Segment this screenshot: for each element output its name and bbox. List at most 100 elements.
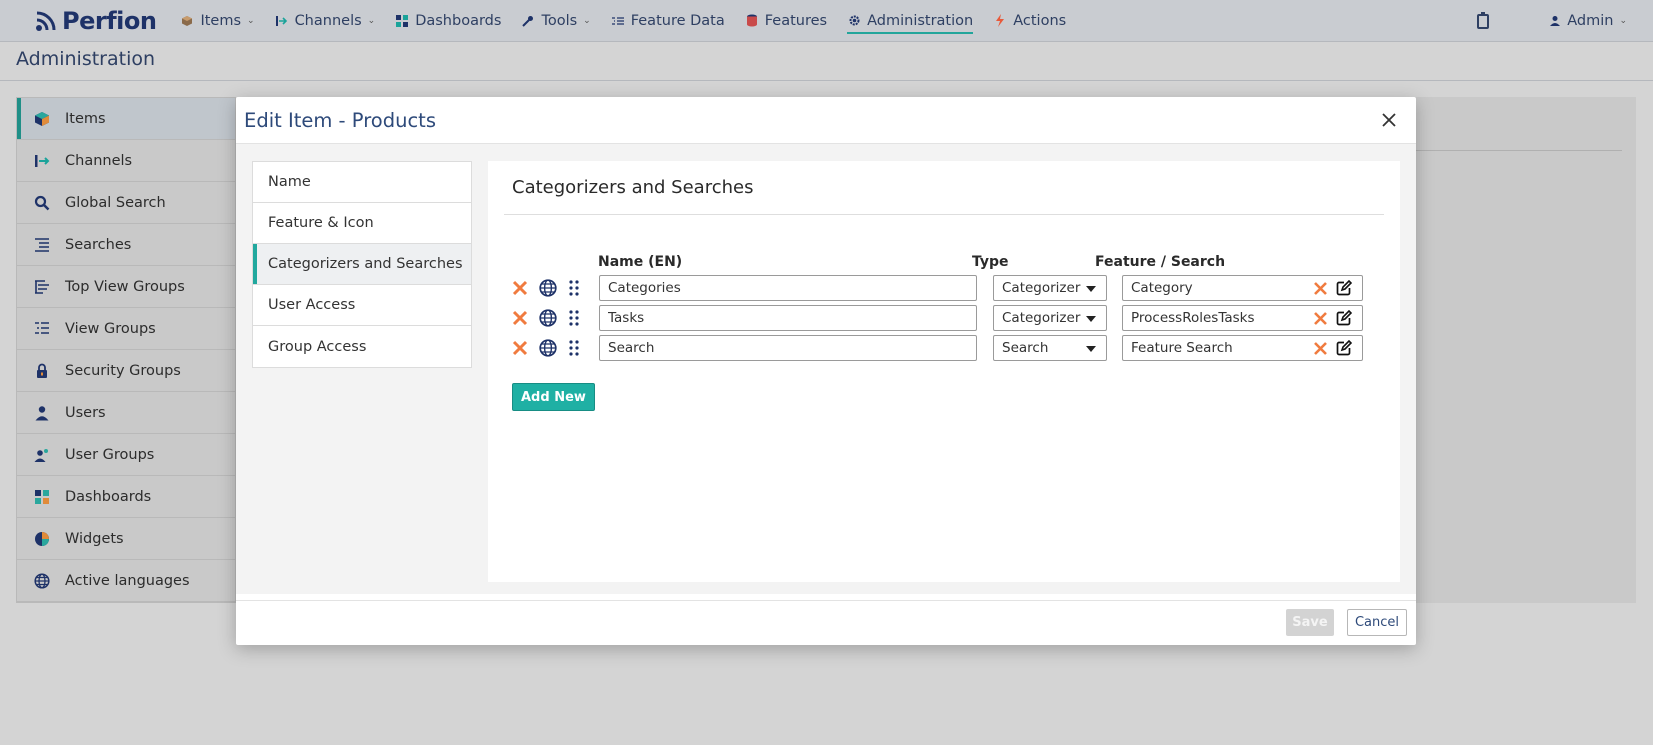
search-list-icon <box>33 236 51 254</box>
nav-features[interactable]: Features <box>745 0 827 42</box>
type-select[interactable]: Search <box>993 335 1107 361</box>
nav-items[interactable]: Items ⌄ <box>180 0 255 42</box>
chevron-down-icon: ⌄ <box>1619 16 1627 26</box>
user-group-icon <box>33 446 51 464</box>
sidebar-item-label: Searches <box>65 236 132 253</box>
panel-divider <box>1400 150 1622 151</box>
admin-sidebar: Items Channels Global Search Searches To… <box>16 97 236 603</box>
save-button[interactable]: Save <box>1286 609 1334 636</box>
translate-globe-icon[interactable] <box>539 279 557 297</box>
user-icon <box>33 404 51 422</box>
nav-dashboards[interactable]: Dashboards <box>395 0 501 42</box>
table-row: Categorizer Category <box>483 274 1395 302</box>
sidebar-item-channels[interactable]: Channels <box>17 140 235 182</box>
chevron-down-icon: ⌄ <box>367 15 376 26</box>
name-input[interactable] <box>599 335 977 361</box>
add-new-button[interactable]: Add New <box>512 383 595 411</box>
nav-administration[interactable]: Administration <box>847 0 974 42</box>
cancel-button[interactable]: Cancel <box>1347 609 1407 636</box>
sidebar-item-searches[interactable]: Searches <box>17 224 235 266</box>
globe-icon <box>33 572 51 590</box>
modal-title: Edit Item - Products <box>244 109 436 132</box>
sidebar-item-user-groups[interactable]: User Groups <box>17 434 235 476</box>
drag-handle-icon[interactable] <box>568 309 580 327</box>
translate-globe-icon[interactable] <box>539 309 557 327</box>
edit-icon[interactable] <box>1336 340 1352 356</box>
sidebar-item-top-view-groups[interactable]: Top View Groups <box>17 266 235 308</box>
tab-name[interactable]: Name <box>253 162 471 203</box>
nav-right: Admin ⌄ <box>1477 0 1653 42</box>
tab-categorizers-searches[interactable]: Categorizers and Searches <box>253 244 471 285</box>
close-button[interactable] <box>1378 109 1400 131</box>
feature-search-value: Category <box>1131 280 1193 296</box>
column-header-name: Name (EN) <box>598 254 683 270</box>
clipboard-icon[interactable] <box>1477 11 1490 29</box>
page-title: Administration <box>16 48 156 70</box>
modal-footer-divider <box>236 600 1416 601</box>
sidebar-item-label: Global Search <box>65 194 166 211</box>
translate-globe-icon[interactable] <box>539 339 557 357</box>
nav-actions[interactable]: Actions <box>993 0 1066 42</box>
sidebar-item-items[interactable]: Items <box>17 98 235 140</box>
name-input[interactable] <box>599 275 977 301</box>
clear-icon[interactable] <box>1313 311 1328 326</box>
nav-actions-label: Actions <box>1013 12 1067 29</box>
section-divider <box>504 214 1384 215</box>
user-menu[interactable]: Admin ⌄ <box>1549 13 1627 29</box>
delete-icon[interactable] <box>511 279 529 297</box>
chevron-down-icon: ⌄ <box>247 15 255 26</box>
nav-tools[interactable]: Tools ⌄ <box>521 0 591 42</box>
feature-search-field[interactable]: Category <box>1122 275 1363 301</box>
perfion-logo[interactable]: Perfion <box>34 7 157 35</box>
nav-tools-label: Tools <box>541 12 578 29</box>
lock-icon <box>33 362 51 380</box>
clear-icon[interactable] <box>1313 341 1328 356</box>
sidebar-item-label: Widgets <box>65 530 124 547</box>
cube-icon <box>180 14 194 28</box>
sidebar-item-widgets[interactable]: Widgets <box>17 518 235 560</box>
nav-channels[interactable]: Channels ⌄ <box>275 0 376 42</box>
search-icon <box>33 194 51 212</box>
dashboard-grid-icon <box>395 14 409 28</box>
sidebar-item-view-groups[interactable]: View Groups <box>17 308 235 350</box>
tree-list-icon <box>33 278 51 296</box>
sidebar-item-dashboards[interactable]: Dashboards <box>17 476 235 518</box>
delete-icon[interactable] <box>511 309 529 327</box>
caret-down-icon <box>1086 346 1096 352</box>
tab-feature-icon[interactable]: Feature & Icon <box>253 203 471 244</box>
sidebar-item-global-search[interactable]: Global Search <box>17 182 235 224</box>
sidebar-item-users[interactable]: Users <box>17 392 235 434</box>
drag-handle-icon[interactable] <box>568 339 580 357</box>
nav-dashboards-label: Dashboards <box>415 12 502 29</box>
type-select[interactable]: Categorizer <box>993 305 1107 331</box>
feature-search-field[interactable]: Feature Search <box>1122 335 1363 361</box>
tab-content-panel: Categorizers and Searches Name (EN) Type… <box>488 161 1400 582</box>
channel-arrow-icon <box>33 152 51 170</box>
user-icon <box>1550 16 1561 26</box>
view-groups-icon <box>33 320 51 338</box>
perfion-logo-icon <box>36 11 56 31</box>
nav-items-label: Items <box>200 12 242 29</box>
edit-icon[interactable] <box>1336 280 1352 296</box>
nav-feature-data[interactable]: Feature Data <box>611 0 725 42</box>
tab-user-access[interactable]: User Access <box>253 285 471 326</box>
type-select-value: Search <box>1002 340 1049 356</box>
top-navbar: Perfion Items ⌄ Channels ⌄ Dashboards To… <box>0 0 1653 42</box>
type-select-value: Categorizer <box>1002 280 1081 296</box>
sidebar-item-security-groups[interactable]: Security Groups <box>17 350 235 392</box>
name-input[interactable] <box>599 305 977 331</box>
page-divider <box>0 80 1653 81</box>
tab-group-access[interactable]: Group Access <box>253 326 471 367</box>
delete-icon[interactable] <box>511 339 529 357</box>
caret-down-icon <box>1086 316 1096 322</box>
edit-icon[interactable] <box>1336 310 1352 326</box>
clear-icon[interactable] <box>1313 281 1328 296</box>
drag-handle-icon[interactable] <box>568 279 580 297</box>
dashboard-grid-icon <box>33 488 51 506</box>
nav-channels-label: Channels <box>294 12 362 29</box>
caret-down-icon <box>1086 286 1096 292</box>
feature-search-field[interactable]: ProcessRolesTasks <box>1122 305 1363 331</box>
type-select[interactable]: Categorizer <box>993 275 1107 301</box>
sidebar-item-active-languages[interactable]: Active languages <box>17 560 235 602</box>
sidebar-item-label: Channels <box>65 152 133 169</box>
